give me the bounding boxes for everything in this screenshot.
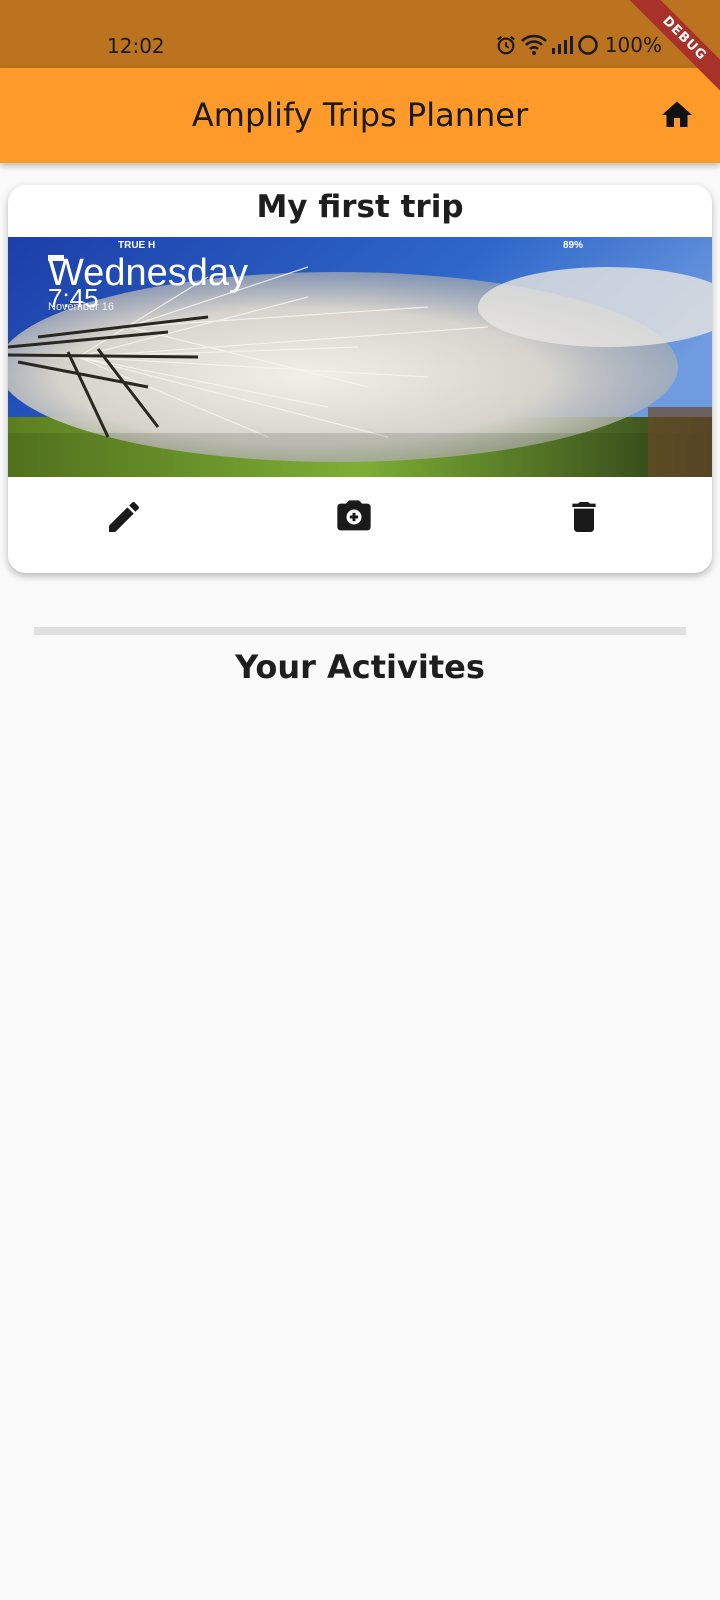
image-date-text: November 16 (48, 301, 114, 313)
image-carrier-text: TRUE H (118, 240, 155, 251)
status-time: 12:02 (107, 34, 165, 58)
edit-icon (109, 501, 140, 532)
status-icons: 100% (495, 32, 662, 58)
edit-button[interactable] (104, 497, 144, 537)
add-photo-button[interactable] (334, 497, 374, 537)
activities-title: Your Activites (235, 648, 485, 686)
battery-percentage: 100% (604, 33, 662, 57)
signal-icon (551, 35, 573, 55)
image-lock-icon (48, 255, 64, 261)
trip-card[interactable]: My first trip TRUE H 89% Wednesday 7:45 … (8, 185, 712, 573)
alarm-icon (495, 34, 517, 56)
home-icon (662, 101, 692, 127)
battery-icon (577, 34, 599, 56)
trip-actions (8, 477, 712, 573)
trip-title: My first trip (256, 189, 464, 225)
trip-photo: TRUE H 89% Wednesday 7:45 November 16 (8, 237, 712, 477)
status-bar: 12:02 100% DEBUG (0, 0, 720, 97)
delete-button[interactable] (564, 497, 604, 537)
delete-icon (572, 502, 596, 532)
app-bar: Amplify Trips Planner (0, 68, 720, 163)
wifi-icon (520, 34, 547, 56)
home-button[interactable] (659, 97, 695, 133)
app-title: Amplify Trips Planner (191, 96, 529, 134)
image-battery-text: 89% (563, 240, 583, 251)
add-photo-icon (337, 500, 371, 531)
section-divider (34, 627, 686, 635)
